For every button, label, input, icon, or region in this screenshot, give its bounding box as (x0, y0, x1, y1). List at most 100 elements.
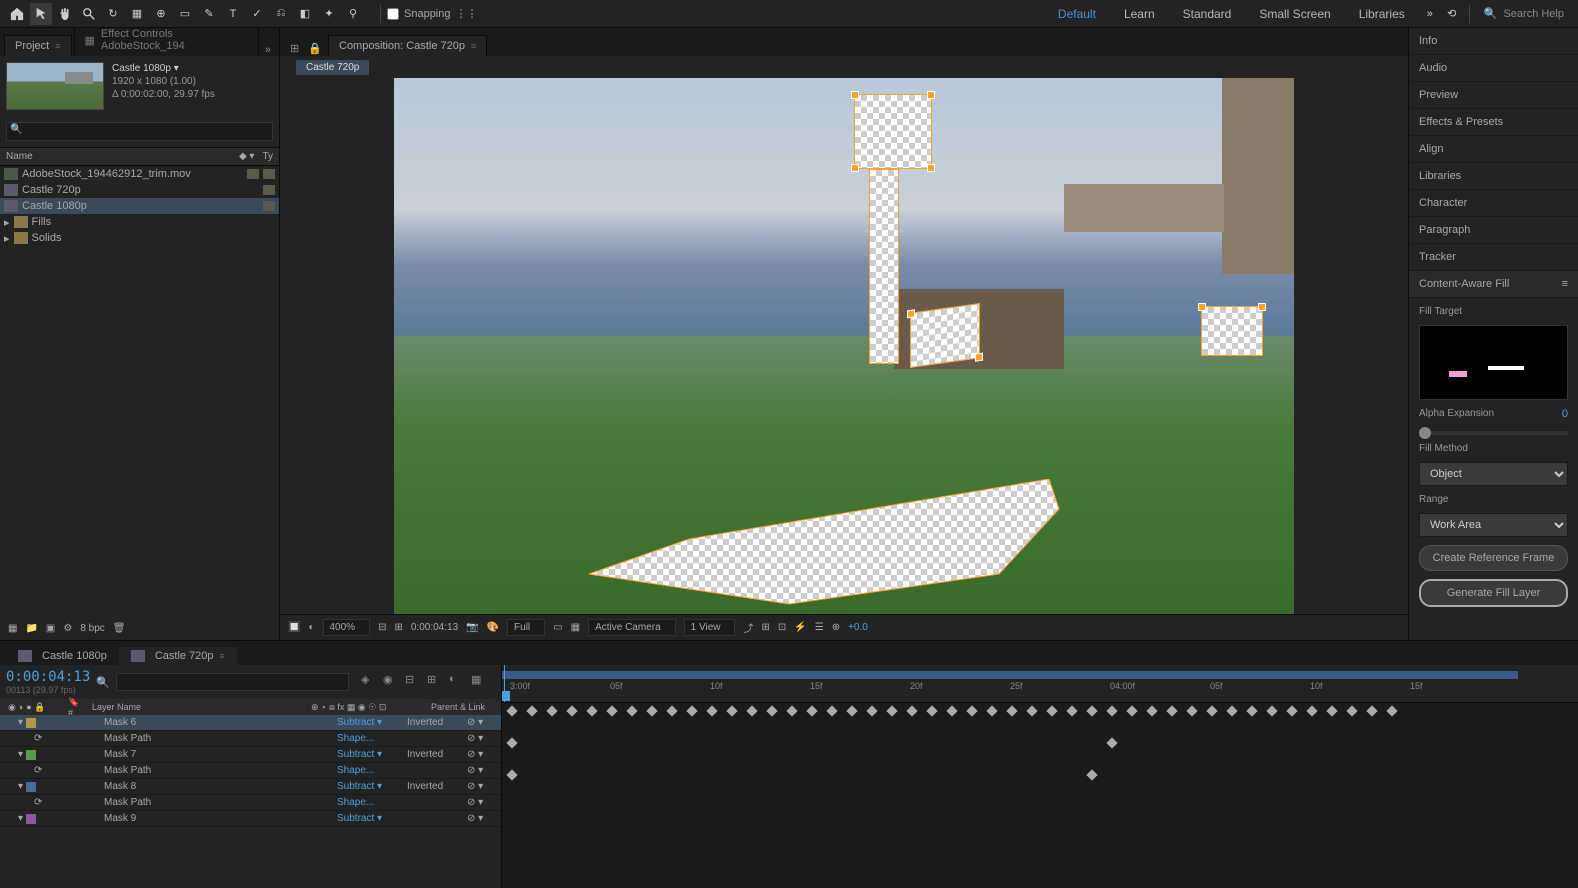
keyframe[interactable] (826, 705, 837, 716)
snapping-options-icon[interactable]: ⋮⋮ (456, 7, 478, 20)
draft-3d-icon[interactable]: ◉ (383, 673, 401, 691)
playhead[interactable] (504, 665, 505, 702)
keyframe[interactable] (746, 705, 757, 716)
keyframe[interactable] (1386, 705, 1397, 716)
keyframe[interactable] (626, 705, 637, 716)
snapping-toggle[interactable]: Snapping ⋮⋮ (387, 7, 478, 20)
keyframe[interactable] (846, 705, 857, 716)
keyframe[interactable] (546, 705, 557, 716)
keyframe[interactable] (666, 705, 677, 716)
close-icon[interactable]: ≡ (220, 651, 225, 661)
zoom-tool-icon[interactable] (78, 3, 100, 25)
keyframe[interactable] (566, 705, 577, 716)
comp-mini-flowchart-icon[interactable]: ◈ (361, 673, 379, 691)
pixel-ratio-icon[interactable]: ⊡ (778, 622, 786, 633)
resolution-selector[interactable]: Full (507, 619, 545, 636)
comp-thumbnail[interactable] (6, 62, 104, 110)
keyframe[interactable] (1366, 705, 1377, 716)
keyframe[interactable] (1146, 705, 1157, 716)
hide-shy-icon[interactable]: ⊟ (405, 673, 423, 691)
timeline-tab[interactable]: Castle 1080p (6, 647, 119, 665)
grid-icon[interactable]: ⊞ (394, 622, 402, 633)
fast-preview-icon[interactable]: ⚡ (794, 622, 806, 633)
rotate-tool-icon[interactable]: ↻ (102, 3, 124, 25)
alpha-expansion-slider[interactable] (1419, 431, 1568, 435)
search-help[interactable]: 🔍 Search Help (1476, 7, 1572, 20)
keyframe[interactable] (646, 705, 657, 716)
keyframe[interactable] (1286, 705, 1297, 716)
panel-menu-icon[interactable]: ≡ (1562, 278, 1568, 290)
keyframe[interactable] (1226, 705, 1237, 716)
keyframe-track[interactable] (502, 751, 1578, 767)
keyframe[interactable] (806, 705, 817, 716)
tab-composition[interactable]: Composition: Castle 720p≡ (328, 35, 487, 56)
comp-subtab[interactable]: Castle 720p (296, 60, 369, 75)
project-tree-header[interactable]: Name◆ ▾Ty (0, 147, 279, 166)
workspace-learn[interactable]: Learn (1110, 0, 1169, 28)
keyframe[interactable] (766, 705, 777, 716)
timeline-tab[interactable]: Castle 720p≡ (119, 647, 237, 665)
close-icon[interactable]: ≡ (55, 41, 60, 51)
layer-row[interactable]: ▾ Mask 8Subtract ▾Inverted⊘ ▾ (0, 779, 501, 795)
alpha-expansion-value[interactable]: 0 (1562, 408, 1568, 420)
new-folder-icon[interactable]: 📁 (25, 623, 37, 634)
flowchart-icon[interactable]: ⊕ (832, 622, 840, 633)
keyframe[interactable] (1086, 705, 1097, 716)
tabs-overflow-icon[interactable]: » (261, 44, 275, 56)
share-icon[interactable]: ⤴ (743, 620, 753, 635)
keyframe[interactable] (1106, 737, 1117, 748)
tree-item[interactable]: ▸Solids (0, 230, 279, 246)
selection-tool-icon[interactable] (30, 3, 52, 25)
frame-blend-icon[interactable]: ⊞ (427, 673, 445, 691)
workspace-default[interactable]: Default (1044, 0, 1110, 28)
layer-row[interactable]: ⟳ Mask PathShape...⊘ ▾ (0, 731, 501, 747)
keyframe[interactable] (506, 705, 517, 716)
keyframe[interactable] (1026, 705, 1037, 716)
keyframe[interactable] (986, 705, 997, 716)
keyframe-track[interactable] (502, 703, 1578, 719)
clone-tool-icon[interactable]: ⎌ (270, 3, 292, 25)
timeline-icon[interactable]: ☰ (815, 622, 824, 633)
panel-preview[interactable]: Preview (1409, 82, 1578, 109)
keyframe[interactable] (1246, 705, 1257, 716)
composition-viewer[interactable] (280, 78, 1408, 614)
nav-back-icon[interactable]: ⊞ (290, 42, 304, 56)
keyframe[interactable] (706, 705, 717, 716)
tree-item[interactable]: Castle 720p (0, 182, 279, 198)
keyframe[interactable] (926, 705, 937, 716)
create-reference-frame-button[interactable]: Create Reference Frame (1419, 545, 1568, 571)
timeline-tracks[interactable]: 3:00f05f10f15f20f25f04:00f05f10f15f (502, 665, 1578, 888)
generate-fill-layer-button[interactable]: Generate Fill Layer (1419, 579, 1568, 607)
keyframe[interactable] (686, 705, 697, 716)
camera-selector[interactable]: Active Camera (588, 619, 676, 636)
brush-tool-icon[interactable]: ✓ (246, 3, 268, 25)
keyframe-track[interactable] (502, 799, 1578, 815)
keyframe[interactable] (506, 737, 517, 748)
keyframe[interactable] (1186, 705, 1197, 716)
home-icon[interactable] (6, 3, 28, 25)
workspace-standard[interactable]: Standard (1169, 0, 1246, 28)
keyframe[interactable] (1166, 705, 1177, 716)
new-comp-icon[interactable]: ▣ (46, 623, 55, 634)
snapshot-icon[interactable]: 📷 (466, 622, 478, 633)
keyframe[interactable] (1266, 705, 1277, 716)
keyframe-track[interactable] (502, 735, 1578, 751)
panel-libraries[interactable]: Libraries (1409, 163, 1578, 190)
canvas[interactable] (394, 78, 1294, 614)
keyframe[interactable] (866, 705, 877, 716)
keyframe[interactable] (1306, 705, 1317, 716)
keyframe[interactable] (1346, 705, 1357, 716)
keyframe[interactable] (1066, 705, 1077, 716)
layer-row[interactable]: ⟳ Mask PathShape...⊘ ▾ (0, 795, 501, 811)
layer-row[interactable]: ▾ Mask 7Subtract ▾Inverted⊘ ▾ (0, 747, 501, 763)
keyframe[interactable] (726, 705, 737, 716)
timeline-search-input[interactable] (116, 673, 349, 691)
exposure-display[interactable]: +0.0 (848, 622, 868, 633)
puppet-tool-icon[interactable]: ⚲ (342, 3, 364, 25)
tree-item[interactable]: Castle 1080p (0, 198, 279, 214)
keyframe[interactable] (1106, 705, 1117, 716)
panel-character[interactable]: Character (1409, 190, 1578, 217)
keyframe[interactable] (946, 705, 957, 716)
camera-tool-icon[interactable]: ▦ (126, 3, 148, 25)
snapping-checkbox[interactable] (387, 8, 399, 20)
